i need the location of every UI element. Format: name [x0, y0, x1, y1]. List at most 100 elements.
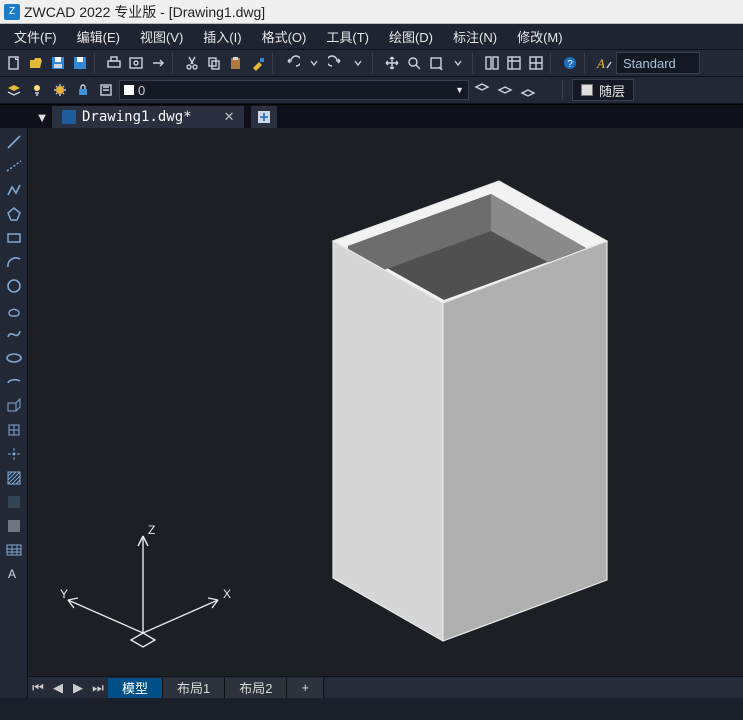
table-tool[interactable] — [3, 540, 25, 560]
undo-dropdown[interactable] — [304, 53, 324, 73]
cut-button[interactable] — [182, 53, 202, 73]
undo-button[interactable] — [282, 53, 302, 73]
layer-state-button[interactable] — [472, 80, 492, 100]
circle-tool[interactable] — [3, 276, 25, 296]
layer-on-button[interactable] — [27, 80, 47, 100]
menu-tools[interactable]: 工具(T) — [316, 23, 379, 50]
layout-prev-button[interactable]: ◀ — [48, 678, 68, 698]
polygon-tool[interactable] — [3, 204, 25, 224]
layout-tab-1[interactable]: 布局1 — [163, 678, 225, 698]
design-center-button[interactable] — [504, 53, 524, 73]
insert-block-tool[interactable] — [3, 396, 25, 416]
zoom-realtime-button[interactable] — [404, 53, 424, 73]
doctab-menu-button[interactable]: ▼ — [32, 110, 52, 125]
app-icon: Z — [4, 4, 20, 20]
menu-edit[interactable]: 编辑(E) — [67, 23, 130, 50]
redo-dropdown[interactable] — [348, 53, 368, 73]
color-bylayer-label: 随层 — [599, 81, 625, 100]
layer-combo[interactable]: 0 ▼ — [119, 80, 469, 100]
tool-palettes-button[interactable] — [526, 53, 546, 73]
plot-button[interactable] — [104, 53, 124, 73]
layer-iso-button[interactable] — [495, 80, 515, 100]
textstyle-current: Standard — [623, 56, 676, 71]
work-area: A — [0, 128, 743, 698]
menu-format[interactable]: 格式(O) — [252, 23, 317, 50]
layer-prev-button[interactable] — [96, 80, 116, 100]
document-tabs: ▼ Drawing1.dwg* ✕ — [0, 104, 743, 130]
layout-tab-add[interactable]: + — [287, 678, 324, 698]
menu-draw[interactable]: 绘图(D) — [379, 23, 443, 50]
layer-manager-button[interactable] — [4, 80, 24, 100]
textstyle-combo[interactable]: Standard — [616, 52, 700, 74]
doc-tab-close-button[interactable]: ✕ — [224, 109, 235, 125]
layout-next-button[interactable]: ▶ — [68, 678, 88, 698]
color-swatch — [581, 84, 593, 96]
layer-color-swatch — [124, 85, 134, 95]
rectangle-tool[interactable] — [3, 228, 25, 248]
saveas-button[interactable] — [70, 53, 90, 73]
hatch-tool[interactable] — [3, 468, 25, 488]
mtext-tool[interactable]: A — [3, 564, 25, 584]
arc-tool[interactable] — [3, 252, 25, 272]
layer-freeze-button[interactable] — [50, 80, 70, 100]
help-button[interactable]: ? — [560, 53, 580, 73]
paste-button[interactable] — [226, 53, 246, 73]
doc-tab-name: Drawing1.dwg* — [82, 109, 192, 125]
new-button[interactable] — [4, 53, 24, 73]
textstyle-button[interactable]: A — [594, 53, 614, 73]
standard-toolbar: ? A Standard — [0, 50, 743, 77]
new-doc-tab-button[interactable] — [251, 106, 277, 128]
layout-tab-2[interactable]: 布局2 — [225, 678, 287, 698]
ellipse-arc-tool[interactable] — [3, 372, 25, 392]
make-block-tool[interactable] — [3, 420, 25, 440]
svg-text:?: ? — [567, 59, 573, 70]
xline-tool[interactable] — [3, 156, 25, 176]
pan-button[interactable] — [382, 53, 402, 73]
copy-button[interactable] — [204, 53, 224, 73]
menu-modify[interactable]: 修改(M) — [507, 23, 573, 50]
menu-insert[interactable]: 插入(I) — [193, 23, 251, 50]
save-button[interactable] — [48, 53, 68, 73]
layer-toolbar: 0 ▼ 随层 — [0, 77, 743, 104]
line-tool[interactable] — [3, 132, 25, 152]
axis-x-label: X — [223, 587, 231, 601]
dwg-icon — [62, 110, 76, 124]
layout-tab-model[interactable]: 模型 — [108, 678, 163, 698]
ucs-icon: Z X Y — [48, 518, 238, 658]
doc-tab[interactable]: Drawing1.dwg* ✕ — [52, 106, 245, 128]
layout-tabs: ⏮ ◀ ▶ ⏭ 模型 布局1 布局2 + — [28, 676, 743, 698]
layer-merge-button[interactable] — [518, 80, 538, 100]
redo-button[interactable] — [326, 53, 346, 73]
menu-bar: 文件(F) 编辑(E) 视图(V) 插入(I) 格式(O) 工具(T) 绘图(D… — [0, 24, 743, 50]
properties-button[interactable] — [482, 53, 502, 73]
spline-tool[interactable] — [3, 324, 25, 344]
layer-current-name: 0 — [138, 83, 145, 98]
color-combo[interactable]: 随层 — [572, 79, 634, 101]
title-bar: Z ZWCAD 2022 专业版 - [Drawing1.dwg] — [0, 0, 743, 24]
layout-last-button[interactable]: ⏭ — [88, 678, 108, 698]
open-button[interactable] — [26, 53, 46, 73]
chevron-down-icon: ▼ — [455, 85, 464, 95]
drawing-canvas[interactable]: Z X Y ⏮ ◀ ▶ ⏭ 模型 布局1 布局2 + — [28, 128, 743, 698]
ellipse-tool[interactable] — [3, 348, 25, 368]
layout-first-button[interactable]: ⏮ — [28, 678, 48, 698]
zoom-extents-button[interactable] — [448, 53, 468, 73]
revcloud-tool[interactable] — [3, 300, 25, 320]
svg-text:A: A — [596, 56, 605, 71]
draw-toolbar: A — [0, 128, 28, 698]
menu-dim[interactable]: 标注(N) — [443, 23, 507, 50]
layer-lock-button[interactable] — [73, 80, 93, 100]
point-tool[interactable] — [3, 444, 25, 464]
publish-button[interactable] — [148, 53, 168, 73]
polyline-tool[interactable] — [3, 180, 25, 200]
region-tool[interactable] — [3, 516, 25, 536]
zoom-dropdown[interactable] — [426, 53, 446, 73]
gradient-tool[interactable] — [3, 492, 25, 512]
window-title: ZWCAD 2022 专业版 - [Drawing1.dwg] — [24, 2, 265, 22]
svg-text:A: A — [8, 567, 16, 581]
axis-y-label: Y — [60, 587, 68, 601]
matchprops-button[interactable] — [248, 53, 268, 73]
menu-view[interactable]: 视图(V) — [130, 23, 193, 50]
menu-file[interactable]: 文件(F) — [4, 23, 67, 50]
preview-button[interactable] — [126, 53, 146, 73]
